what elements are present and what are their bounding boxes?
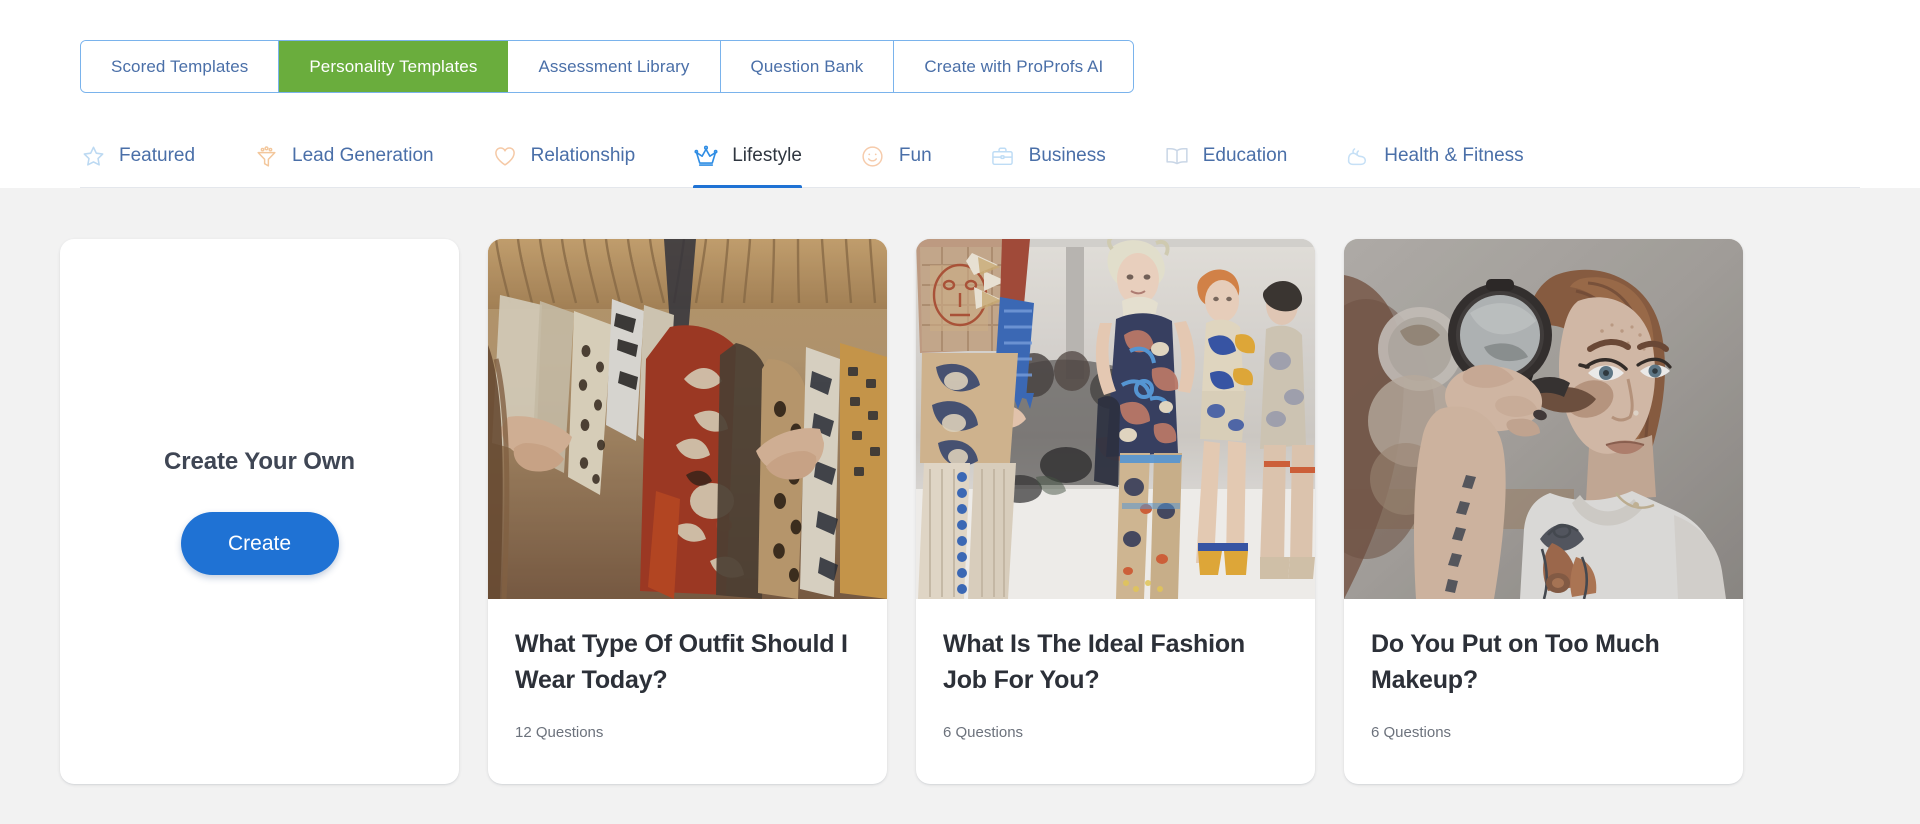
template-card-question-count: 6 Questions xyxy=(1371,724,1716,741)
crown-icon xyxy=(693,143,719,169)
top-tabbar-region: Scored Templates Personality Templates A… xyxy=(0,0,1920,124)
category-item-lead-generation[interactable]: Lead Generation xyxy=(253,124,462,188)
template-card[interactable]: What Type Of Outfit Should I Wear Today?… xyxy=(488,239,887,784)
category-label: Featured xyxy=(119,145,195,167)
template-card[interactable]: What Is The Ideal Fashion Job For You? 6… xyxy=(916,239,1315,784)
tab-scored-templates[interactable]: Scored Templates xyxy=(81,41,279,92)
tab-label: Question Bank xyxy=(751,57,864,77)
category-nav: Featured Lead Generation xyxy=(80,124,1860,188)
muscle-icon xyxy=(1345,143,1371,169)
create-card-title: Create Your Own xyxy=(164,448,355,476)
template-card-title: What Is The Ideal Fashion Job For You? xyxy=(943,627,1288,698)
tab-label: Personality Templates xyxy=(309,57,477,77)
category-label: Lead Generation xyxy=(292,145,434,167)
create-button[interactable]: Create xyxy=(181,512,339,575)
category-item-lifestyle[interactable]: Lifestyle xyxy=(693,124,830,188)
templates-grid-region: Create Your Own Create xyxy=(0,188,1920,824)
category-label: Fun xyxy=(899,145,932,167)
category-label: Business xyxy=(1029,145,1106,167)
briefcase-icon xyxy=(990,143,1016,169)
tab-label: Assessment Library xyxy=(538,57,689,77)
category-label: Health & Fitness xyxy=(1384,145,1523,167)
category-label: Education xyxy=(1203,145,1288,167)
heart-icon xyxy=(492,143,518,169)
smiley-icon xyxy=(860,143,886,169)
category-item-fun[interactable]: Fun xyxy=(860,124,960,188)
category-item-health-and-fitness[interactable]: Health & Fitness xyxy=(1345,124,1551,188)
category-label: Lifestyle xyxy=(732,145,802,167)
template-card-question-count: 12 Questions xyxy=(515,724,860,741)
category-item-relationship[interactable]: Relationship xyxy=(492,124,664,188)
fashion-runway-photo xyxy=(916,239,1315,599)
funnel-icon xyxy=(253,143,279,169)
book-icon xyxy=(1164,143,1190,169)
woman-applying-makeup-photo xyxy=(1344,239,1743,599)
templates-page: Scored Templates Personality Templates A… xyxy=(0,0,1920,824)
tab-label: Scored Templates xyxy=(111,57,248,77)
template-card-question-count: 6 Questions xyxy=(943,724,1288,741)
tab-create-with-proprofs-ai[interactable]: Create with ProProfs AI xyxy=(894,41,1133,92)
create-your-own-card[interactable]: Create Your Own Create xyxy=(60,239,459,784)
template-card[interactable]: Do You Put on Too Much Makeup? 6 Questio… xyxy=(1344,239,1743,784)
template-card-body: What Is The Ideal Fashion Job For You? 6… xyxy=(916,599,1315,741)
tab-personality-templates[interactable]: Personality Templates xyxy=(279,41,508,92)
template-card-title: Do You Put on Too Much Makeup? xyxy=(1371,627,1716,698)
star-icon xyxy=(80,143,106,169)
category-label: Relationship xyxy=(531,145,636,167)
tab-label: Create with ProProfs AI xyxy=(924,57,1103,77)
category-nav-region: Featured Lead Generation xyxy=(0,124,1920,188)
clothing-rack-photo xyxy=(488,239,887,599)
templates-grid: Create Your Own Create xyxy=(60,239,1743,784)
template-type-tabs: Scored Templates Personality Templates A… xyxy=(80,40,1134,93)
category-item-education[interactable]: Education xyxy=(1164,124,1316,188)
template-card-body: Do You Put on Too Much Makeup? 6 Questio… xyxy=(1344,599,1743,741)
template-card-title: What Type Of Outfit Should I Wear Today? xyxy=(515,627,860,698)
template-card-body: What Type Of Outfit Should I Wear Today?… xyxy=(488,599,887,741)
tab-assessment-library[interactable]: Assessment Library xyxy=(508,41,720,92)
category-item-business[interactable]: Business xyxy=(990,124,1134,188)
category-item-featured[interactable]: Featured xyxy=(80,124,223,188)
tab-question-bank[interactable]: Question Bank xyxy=(721,41,895,92)
